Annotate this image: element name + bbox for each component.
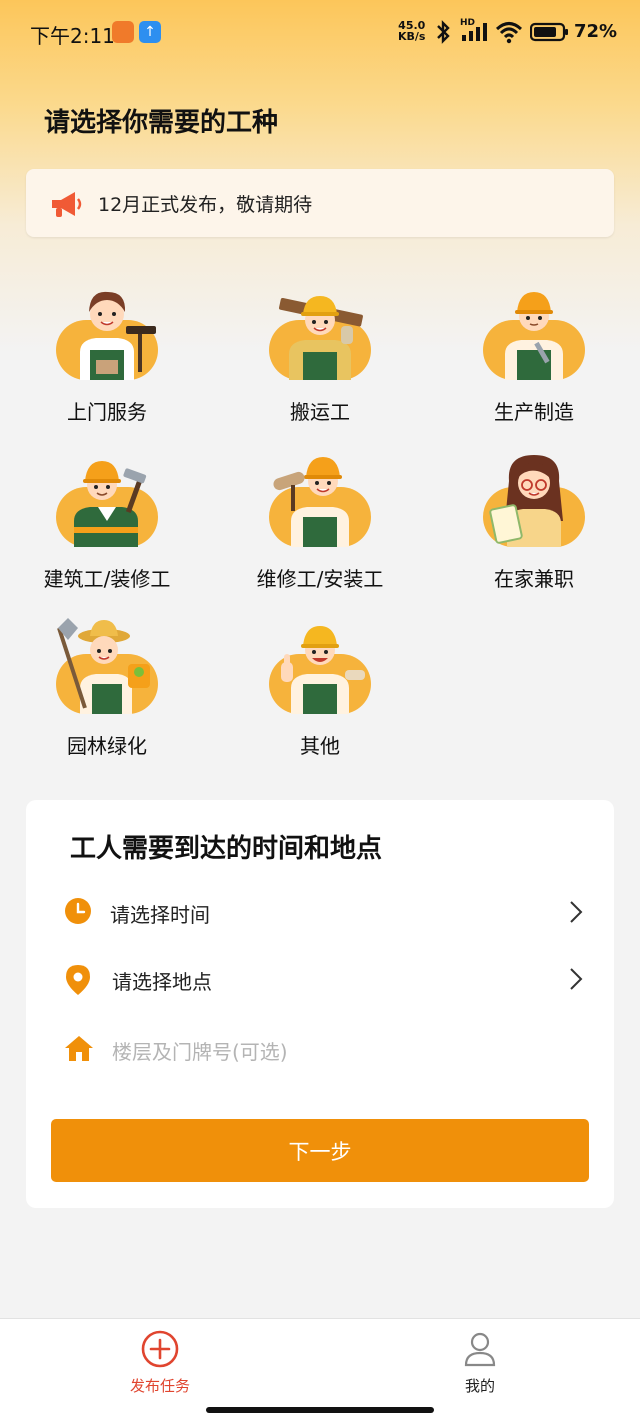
category-label: 维修工/安装工 xyxy=(256,567,384,591)
category-home-service[interactable]: 上门服务 xyxy=(7,280,207,425)
porter-worker-icon xyxy=(269,296,371,380)
upload-notification-icon: ↑ xyxy=(139,21,161,43)
other-worker-icon xyxy=(269,626,371,714)
wifi-icon xyxy=(495,22,523,44)
category-label: 其他 xyxy=(300,734,340,758)
battery-percentage: 72% xyxy=(574,21,618,42)
chevron-right-icon xyxy=(570,968,583,990)
notification-app-icon xyxy=(112,21,134,43)
battery-icon xyxy=(530,22,568,42)
category-label: 园林绿化 xyxy=(67,734,147,758)
schedule-card: 工人需要到达的时间和地点 请选择时间 请选择地点 楼层及门牌号(可选) 下一步 xyxy=(26,800,614,1208)
schedule-card-title: 工人需要到达的时间和地点 xyxy=(70,834,383,864)
room-number-placeholder: 楼层及门牌号(可选) xyxy=(112,1040,288,1064)
manufacturing-worker-icon xyxy=(483,292,585,380)
network-speed-unit: KB/s xyxy=(398,30,426,43)
home-indicator[interactable] xyxy=(206,1407,434,1413)
category-manufacturing[interactable]: 生产制造 xyxy=(434,280,634,425)
page-title: 请选择你需要的工种 xyxy=(44,108,279,138)
category-repair-install[interactable]: 维修工/安装工 xyxy=(220,447,420,592)
category-label: 生产制造 xyxy=(494,400,574,424)
category-label: 建筑工/装修工 xyxy=(43,567,171,591)
tab-mine[interactable]: 我的 xyxy=(415,1329,545,1396)
room-number-input[interactable]: 楼层及门牌号(可选) xyxy=(26,1024,614,1074)
parttime-worker-icon xyxy=(483,455,585,547)
bluetooth-icon xyxy=(437,20,450,44)
location-pin-icon xyxy=(66,965,90,995)
select-location-row[interactable]: 请选择地点 xyxy=(26,954,614,1004)
user-icon xyxy=(464,1332,496,1367)
category-home-parttime[interactable]: 在家兼职 xyxy=(434,447,634,592)
next-step-button[interactable]: 下一步 xyxy=(51,1119,589,1182)
category-construction[interactable]: 建筑工/装修工 xyxy=(7,447,207,592)
notice-text: 12月正式发布，敬请期待 xyxy=(98,194,313,216)
megaphone-icon xyxy=(52,192,82,217)
add-circle-icon xyxy=(141,1330,179,1368)
tab-publish-label: 发布任务 xyxy=(129,1377,190,1395)
repair-worker-icon xyxy=(269,457,371,547)
signal-icon xyxy=(462,23,487,41)
category-landscaping[interactable]: 园林绿化 xyxy=(7,614,207,759)
category-other[interactable]: 其他 xyxy=(220,614,420,759)
tab-publish-task[interactable]: 发布任务 xyxy=(95,1329,225,1396)
category-label: 在家兼职 xyxy=(494,567,574,591)
network-speed: 45.0 KB/s xyxy=(398,20,425,42)
category-label: 搬运工 xyxy=(290,400,350,424)
home-service-worker-icon xyxy=(56,291,158,380)
gardener-icon xyxy=(56,618,158,714)
select-location-label: 请选择地点 xyxy=(112,970,212,994)
chevron-right-icon xyxy=(570,901,583,923)
select-time-row[interactable]: 请选择时间 xyxy=(26,887,614,937)
construction-worker-icon xyxy=(56,461,158,547)
status-bar: 下午2:11 ↑ 45.0 KB/s HD 72% xyxy=(0,0,640,64)
notice-banner[interactable]: 12月正式发布，敬请期待 xyxy=(26,169,614,237)
select-time-label: 请选择时间 xyxy=(110,903,210,927)
category-porter[interactable]: 搬运工 xyxy=(220,280,420,425)
status-time: 下午2:11 xyxy=(30,24,115,48)
clock-icon xyxy=(65,898,91,924)
tab-mine-label: 我的 xyxy=(464,1377,495,1395)
category-label: 上门服务 xyxy=(67,400,147,424)
home-icon xyxy=(65,1036,93,1061)
